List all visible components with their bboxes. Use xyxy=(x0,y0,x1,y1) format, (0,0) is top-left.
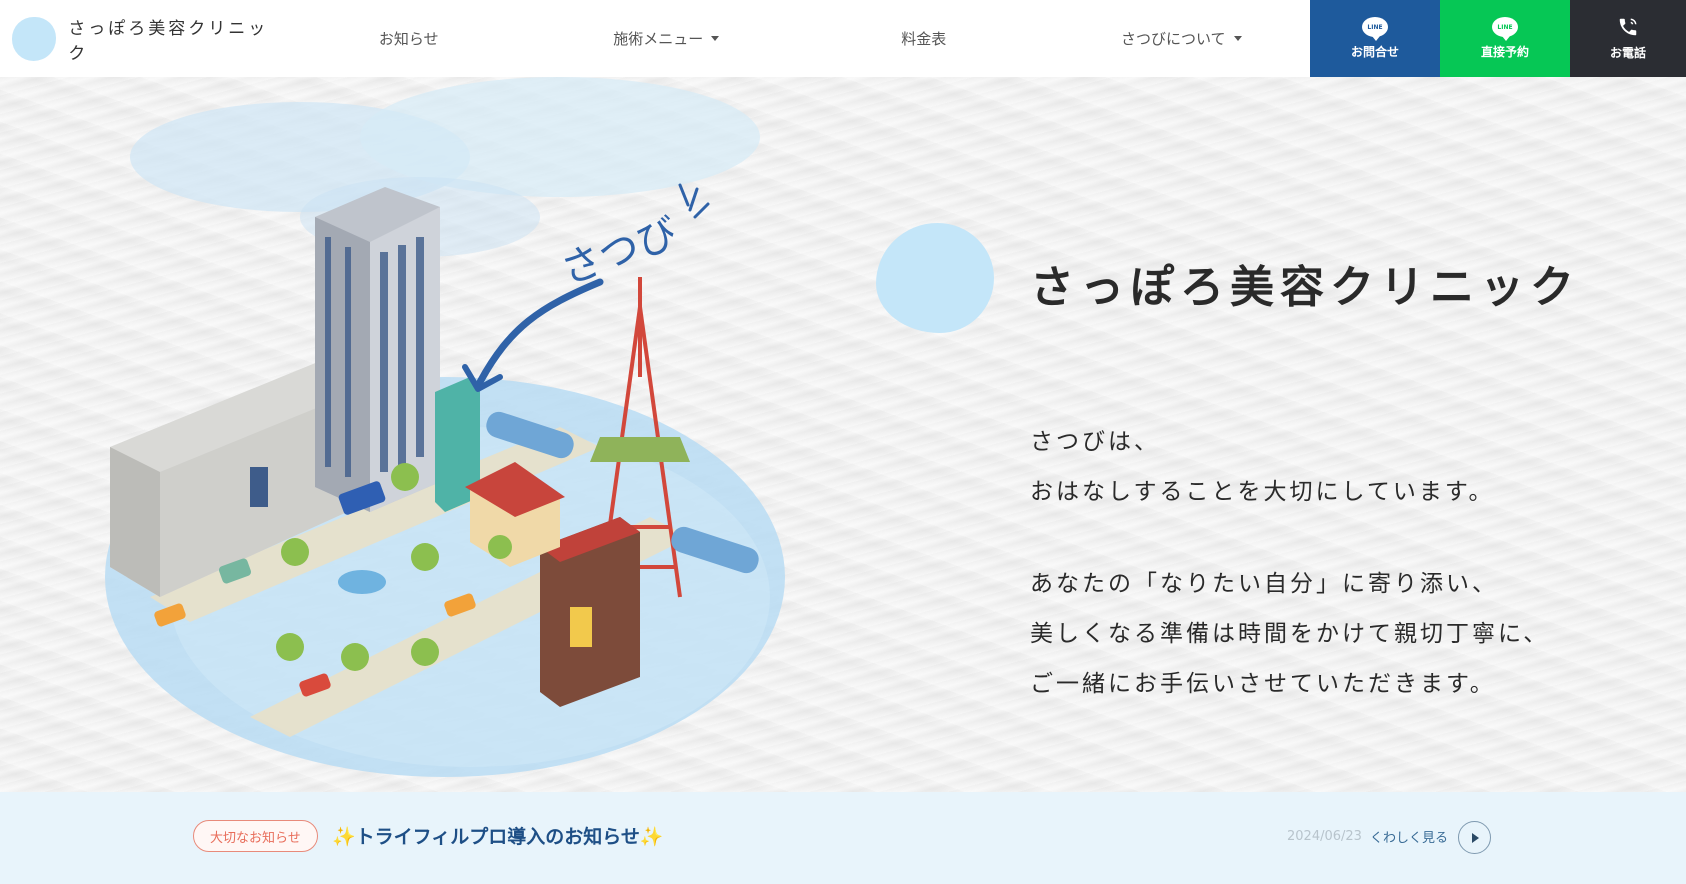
phone-button[interactable]: お電話 xyxy=(1570,0,1686,77)
play-arrow-icon xyxy=(1472,832,1479,843)
site-header: さっぽろ美容クリニック お知らせ 施術メニュー 料金表 さつびについて LINE… xyxy=(0,0,1686,77)
news-title-link[interactable]: ✨トライフィルプロ導入のお知らせ✨ xyxy=(332,822,664,849)
line-icon: LINE xyxy=(1492,17,1518,41)
nav-item-price-list[interactable]: 料金表 xyxy=(795,0,1053,77)
caret-down-icon xyxy=(1233,36,1242,41)
line-icon: LINE xyxy=(1362,17,1388,41)
important-notice-badge: 大切なお知らせ xyxy=(193,820,318,852)
phone-icon xyxy=(1619,18,1637,36)
line-contact-label: お問合せ xyxy=(1350,45,1399,59)
read-more-arrow-button[interactable] xyxy=(1458,821,1491,854)
sapporo-city-illustration: さつび xyxy=(105,77,785,777)
global-nav: お知らせ 施術メニュー 料金表 さつびについて xyxy=(280,0,1310,77)
line-contact-button[interactable]: LINE お問合せ xyxy=(1310,0,1440,77)
hero-brand-title: さっぽろ美容クリニック xyxy=(1030,262,1580,313)
hero-lead-message: さつびは、 おはなしすることを大切にしています。 あなたの「なりたい自分」に寄り… xyxy=(1030,417,1549,709)
lead-line: おはなしすることを大切にしています。 xyxy=(1030,479,1495,505)
lead-line: さつびは、 xyxy=(1030,429,1160,455)
phone-label: お電話 xyxy=(1609,46,1646,60)
line-reserve-button[interactable]: LINE 直接予約 xyxy=(1440,0,1570,77)
illustration-caption: さつび xyxy=(555,210,683,294)
lead-line: ご一緒にお手伝いさせていただきます。 xyxy=(1030,671,1496,697)
nav-item-news[interactable]: お知らせ xyxy=(280,0,538,77)
brand-circle-mark xyxy=(876,223,994,333)
logo-text: さっぽろ美容クリニック xyxy=(68,18,269,64)
line-reserve-label: 直接予約 xyxy=(1480,45,1529,59)
nav-item-label: さつびについて xyxy=(1120,30,1226,48)
news-date: 2024/06/23 xyxy=(1287,829,1362,844)
lead-line: あなたの「なりたい自分」に寄り添い、 xyxy=(1030,571,1498,597)
nav-item-treatment-menu[interactable]: 施術メニュー xyxy=(538,0,796,77)
site-logo[interactable]: さっぽろ美容クリニック xyxy=(0,0,280,77)
hero-section: さつび さっぽろ美容クリニック さつびは、 おはなしすることを大切にしています。… xyxy=(0,77,1686,792)
nav-item-label: お知らせ xyxy=(378,30,439,48)
logo-mark xyxy=(12,16,57,61)
read-more-link[interactable]: くわしく見る xyxy=(1370,827,1448,846)
caret-down-icon xyxy=(711,36,720,41)
nav-item-about[interactable]: さつびについて xyxy=(1053,0,1311,77)
nav-item-label: 料金表 xyxy=(901,30,947,48)
nav-item-label: 施術メニュー xyxy=(613,30,704,48)
important-news-bar: 大切なお知らせ ✨トライフィルプロ導入のお知らせ✨ 2024/06/23 くわし… xyxy=(0,792,1686,884)
lead-line: 美しくなる準備は時間をかけて親切丁寧に、 xyxy=(1030,621,1550,647)
